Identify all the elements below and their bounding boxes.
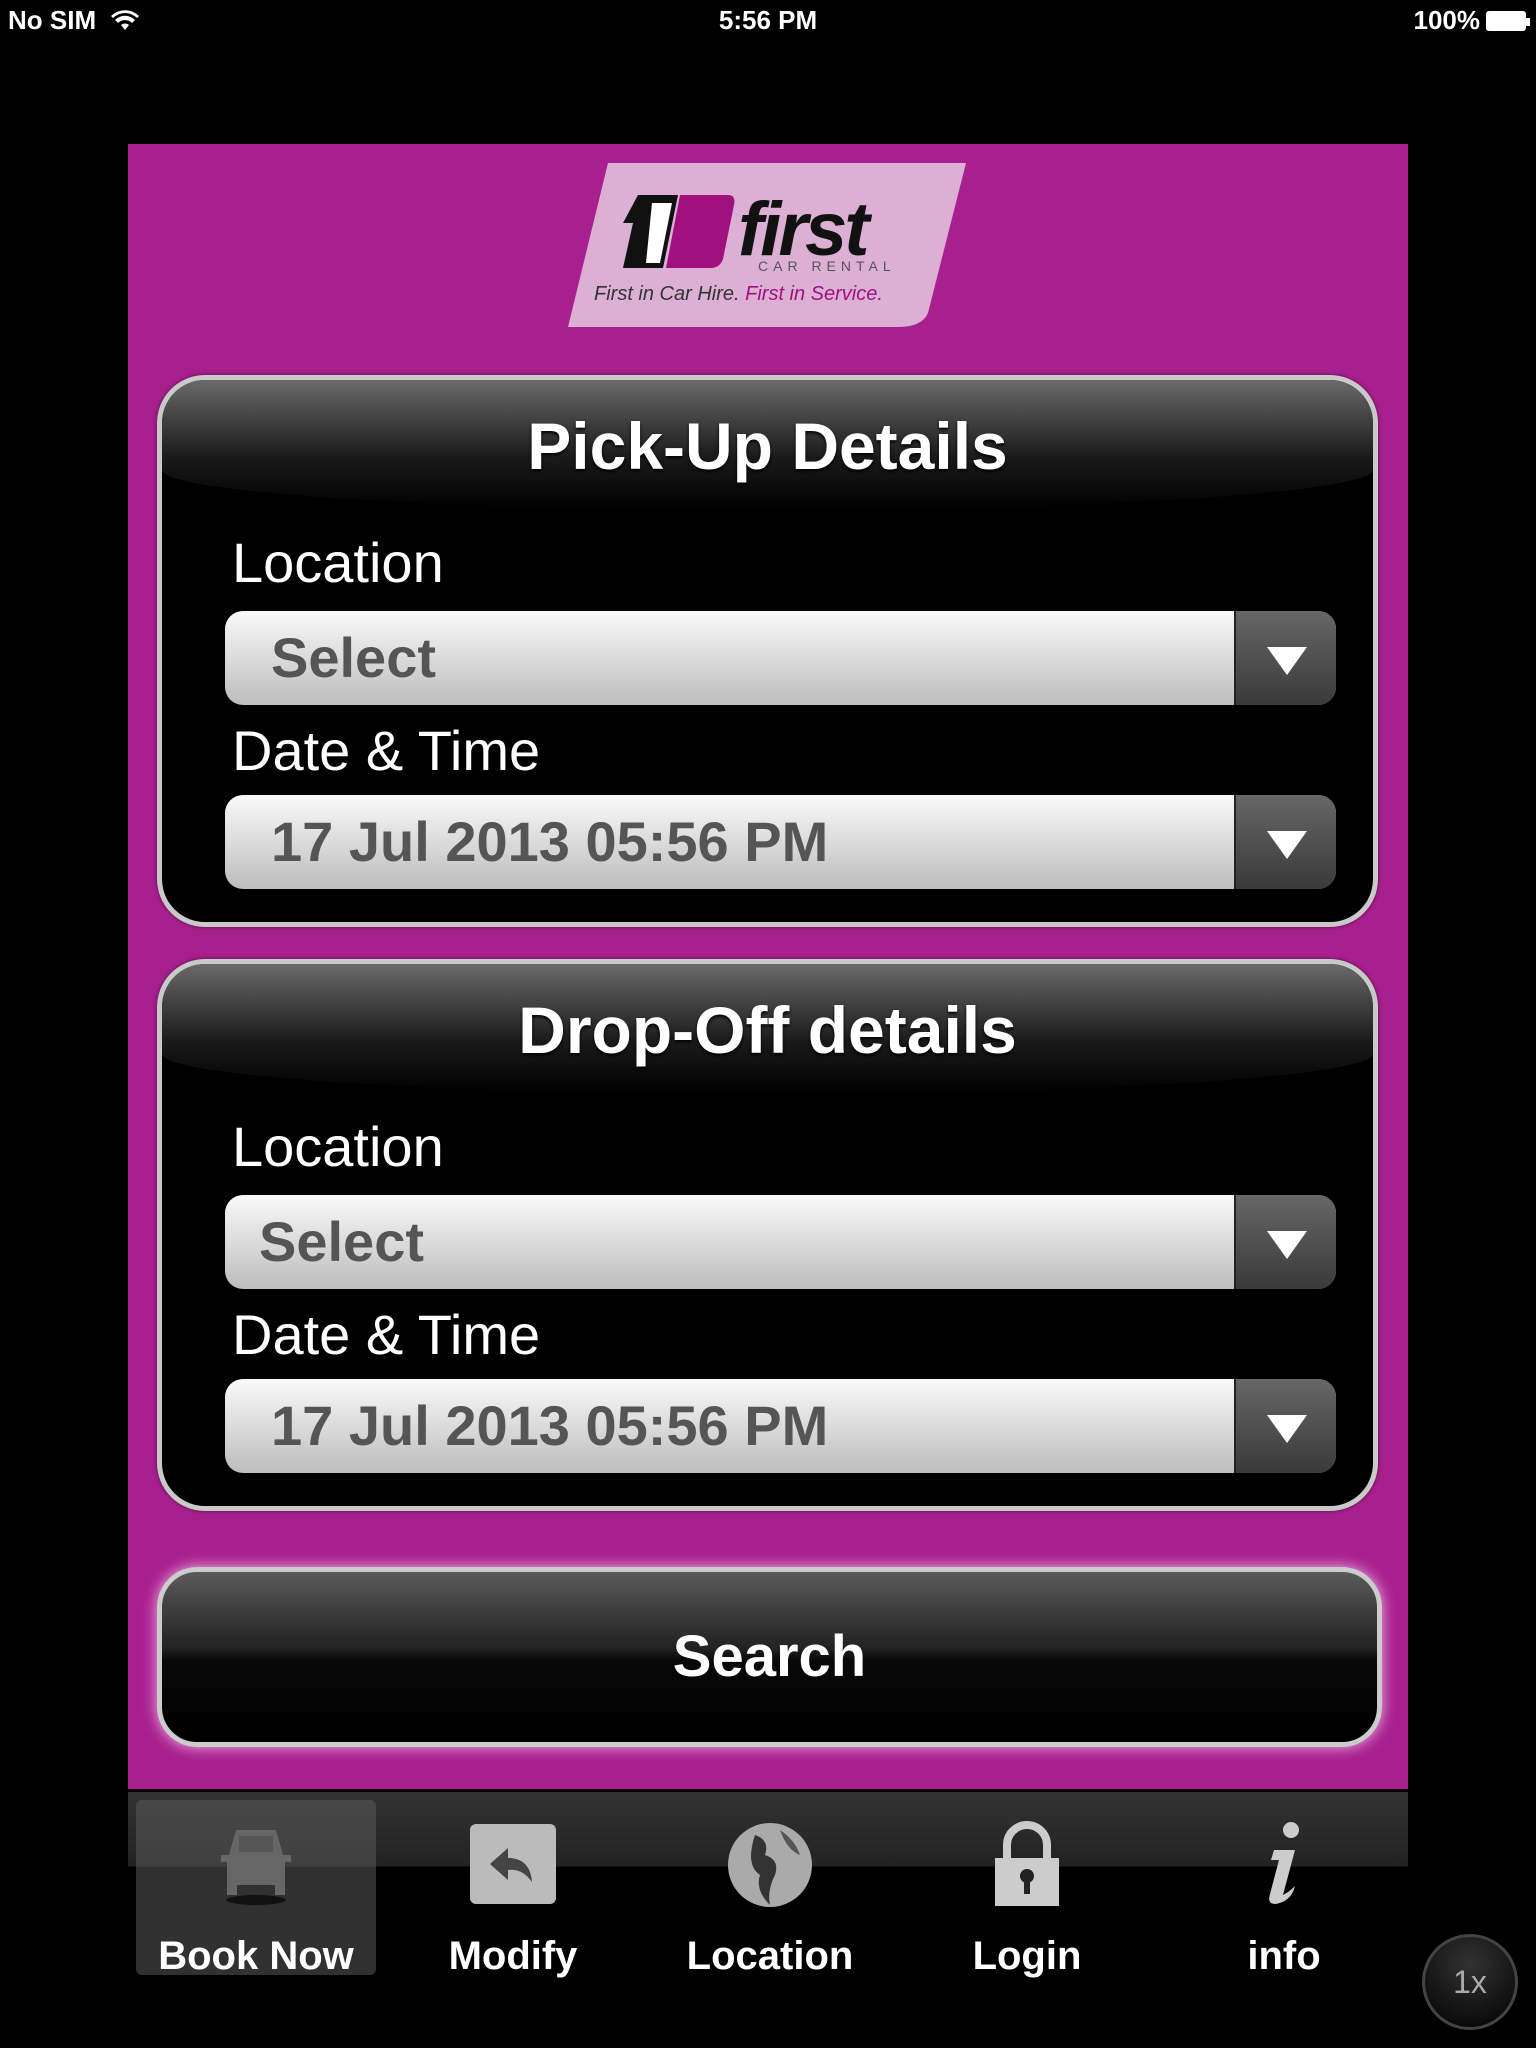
lock-icon xyxy=(995,1821,1059,1906)
tab-modify[interactable]: Modify xyxy=(393,1800,633,1978)
tab-info[interactable]: info xyxy=(1164,1800,1404,1978)
battery-icon xyxy=(1486,10,1530,31)
pickup-panel: Pick-Up Details Location Select Date & T… xyxy=(157,375,1378,927)
brand-logo: first CAR RENTAL First in Car Hire. Firs… xyxy=(568,163,966,327)
pickup-location-label: Location xyxy=(232,531,444,594)
pickup-datetime-label: Date & Time xyxy=(232,719,541,782)
chevron-down-icon xyxy=(1234,795,1336,889)
car-icon xyxy=(221,1830,291,1905)
svg-text:First in Car Hire. First in Se: First in Car Hire. First in Service. xyxy=(594,283,883,305)
dropoff-title: Drop-Off details xyxy=(518,993,1017,1067)
pickup-datetime-select[interactable]: 17 Jul 2013 05:56 PM xyxy=(225,795,1336,889)
chevron-down-icon xyxy=(1234,1195,1336,1289)
pickup-title: Pick-Up Details xyxy=(527,409,1008,483)
dropoff-panel: Drop-Off details Location Select Date & … xyxy=(157,959,1378,1511)
clock: 5:56 PM xyxy=(718,5,818,35)
search-button[interactable]: Search xyxy=(157,1567,1382,1747)
dropoff-location-label: Location xyxy=(232,1115,444,1178)
tab-location[interactable]: Location xyxy=(650,1800,890,1978)
battery-percent: 100% xyxy=(1413,5,1481,35)
info-icon xyxy=(1269,1822,1299,1904)
dropoff-datetime-select[interactable]: 17 Jul 2013 05:56 PM xyxy=(225,1379,1336,1473)
chevron-down-icon xyxy=(1234,611,1336,705)
zoom-1x-button[interactable]: 1x xyxy=(1422,1934,1518,2030)
chevron-down-icon xyxy=(1234,1379,1336,1473)
dropoff-datetime-label: Date & Time xyxy=(232,1303,541,1366)
app-screen: first CAR RENTAL First in Car Hire. Firs… xyxy=(128,144,1408,1789)
tab-bar: Book Now Modify Location Login info xyxy=(128,1792,1408,1978)
tab-login[interactable]: Login xyxy=(907,1800,1147,1978)
dropoff-location-select[interactable]: Select xyxy=(225,1195,1336,1289)
status-bar: No SIM 5:56 PM 100% xyxy=(0,0,1536,40)
reply-arrow-icon xyxy=(470,1824,556,1904)
tab-book-now[interactable]: Book Now xyxy=(136,1800,376,1978)
pickup-location-select[interactable]: Select xyxy=(225,611,1336,705)
globe-icon xyxy=(728,1823,812,1907)
svg-text:CAR RENTAL: CAR RENTAL xyxy=(758,258,896,274)
